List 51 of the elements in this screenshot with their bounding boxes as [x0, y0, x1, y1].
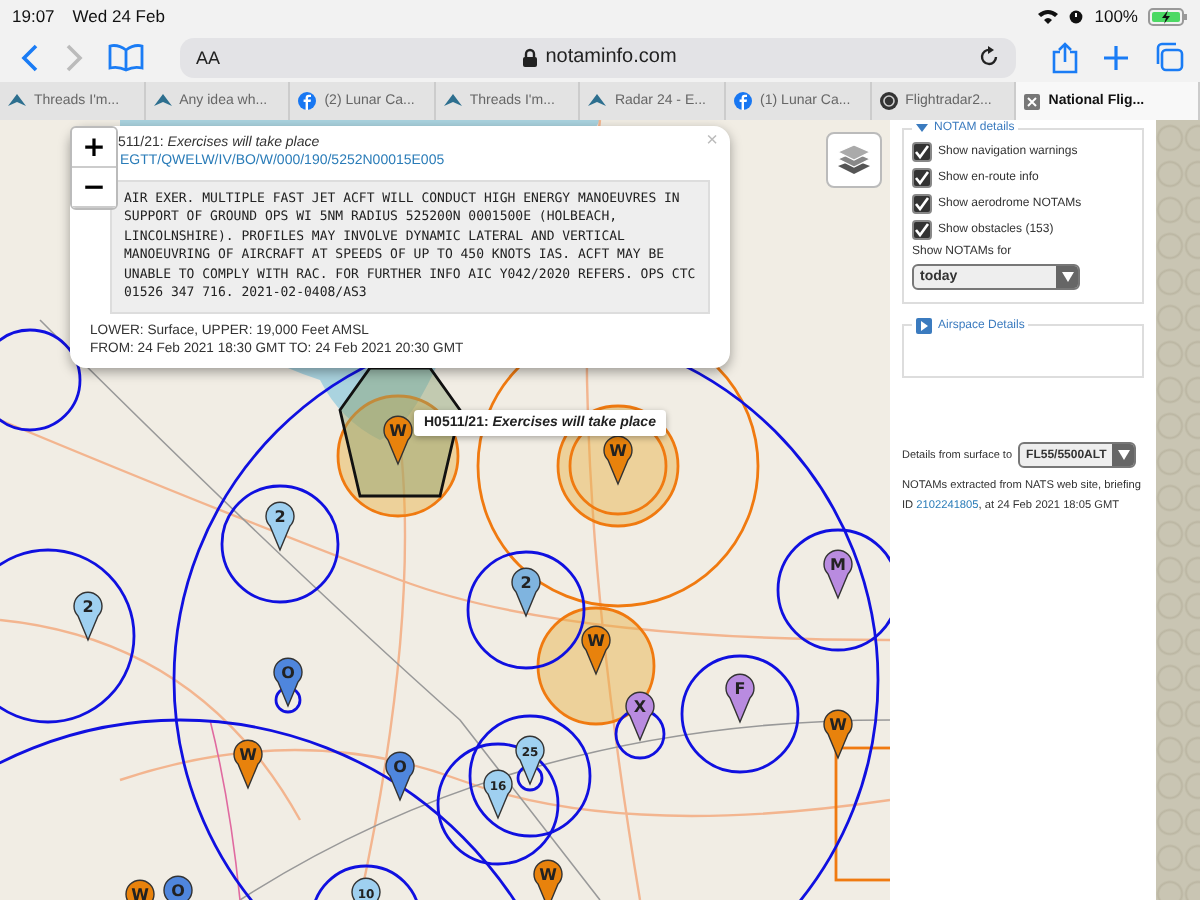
wifi-icon — [1038, 8, 1059, 24]
map-marker[interactable]: F — [725, 673, 755, 723]
layers-button[interactable] — [826, 132, 882, 188]
map-marker[interactable]: 2 — [511, 567, 541, 617]
battery-percentage: 100% — [1094, 6, 1138, 26]
checkbox[interactable] — [912, 194, 932, 214]
radar-favicon-icon — [879, 92, 898, 110]
close-tab-icon[interactable] — [1024, 93, 1041, 109]
map-marker[interactable]: 2 — [265, 501, 295, 551]
back-button[interactable] — [20, 43, 40, 71]
toggle-triangle-icon[interactable] — [916, 122, 928, 134]
battery-charging-icon — [1148, 7, 1188, 25]
map-marker[interactable]: O — [385, 751, 415, 801]
map-marker[interactable]: W — [533, 859, 563, 900]
map-marker[interactable]: W — [125, 879, 155, 900]
checkbox[interactable] — [912, 168, 932, 188]
status-time: 19:07 — [12, 6, 55, 26]
plane-favicon-icon — [588, 94, 607, 108]
facebook-favicon-icon — [298, 92, 317, 110]
dropdown-arrow-icon — [1117, 450, 1130, 460]
map-marker[interactable]: W — [383, 415, 413, 465]
url-text: notaminfo.com — [545, 46, 677, 68]
checkbox[interactable] — [912, 142, 932, 162]
expand-arrow-icon[interactable] — [916, 318, 932, 334]
dropdown-arrow-icon — [1061, 272, 1073, 282]
reload-icon[interactable] — [978, 46, 1000, 68]
map-marker[interactable]: W — [233, 739, 263, 789]
map-marker[interactable]: W — [823, 709, 853, 759]
status-date: Wed 24 Feb — [72, 6, 165, 26]
map-marker[interactable]: 2 — [73, 591, 103, 641]
zoom-in-button[interactable]: + — [72, 128, 116, 168]
new-tab-icon[interactable] — [1102, 43, 1130, 71]
address-bar[interactable]: AA notaminfo.com — [180, 37, 1016, 77]
map-marker[interactable]: M — [823, 549, 853, 599]
lock-icon — [521, 47, 538, 67]
plane-favicon-icon — [8, 94, 26, 108]
facebook-favicon-icon — [734, 92, 753, 110]
bookmarks-icon[interactable] — [108, 43, 144, 71]
share-icon[interactable] — [1052, 41, 1078, 73]
plane-favicon-icon — [443, 94, 462, 108]
plane-favicon-icon — [153, 94, 172, 108]
map-marker[interactable]: X — [625, 691, 655, 741]
checkbox[interactable] — [912, 220, 932, 240]
tabs-overview-icon[interactable] — [1154, 42, 1184, 72]
map-marker[interactable]: W — [603, 435, 633, 485]
map-marker[interactable]: W — [581, 625, 611, 675]
alarm-icon — [1068, 8, 1085, 24]
layers-icon — [836, 144, 872, 176]
map-marker[interactable]: O — [273, 657, 303, 707]
map-marker[interactable]: O — [163, 875, 193, 900]
reader-button[interactable]: AA — [196, 47, 221, 67]
